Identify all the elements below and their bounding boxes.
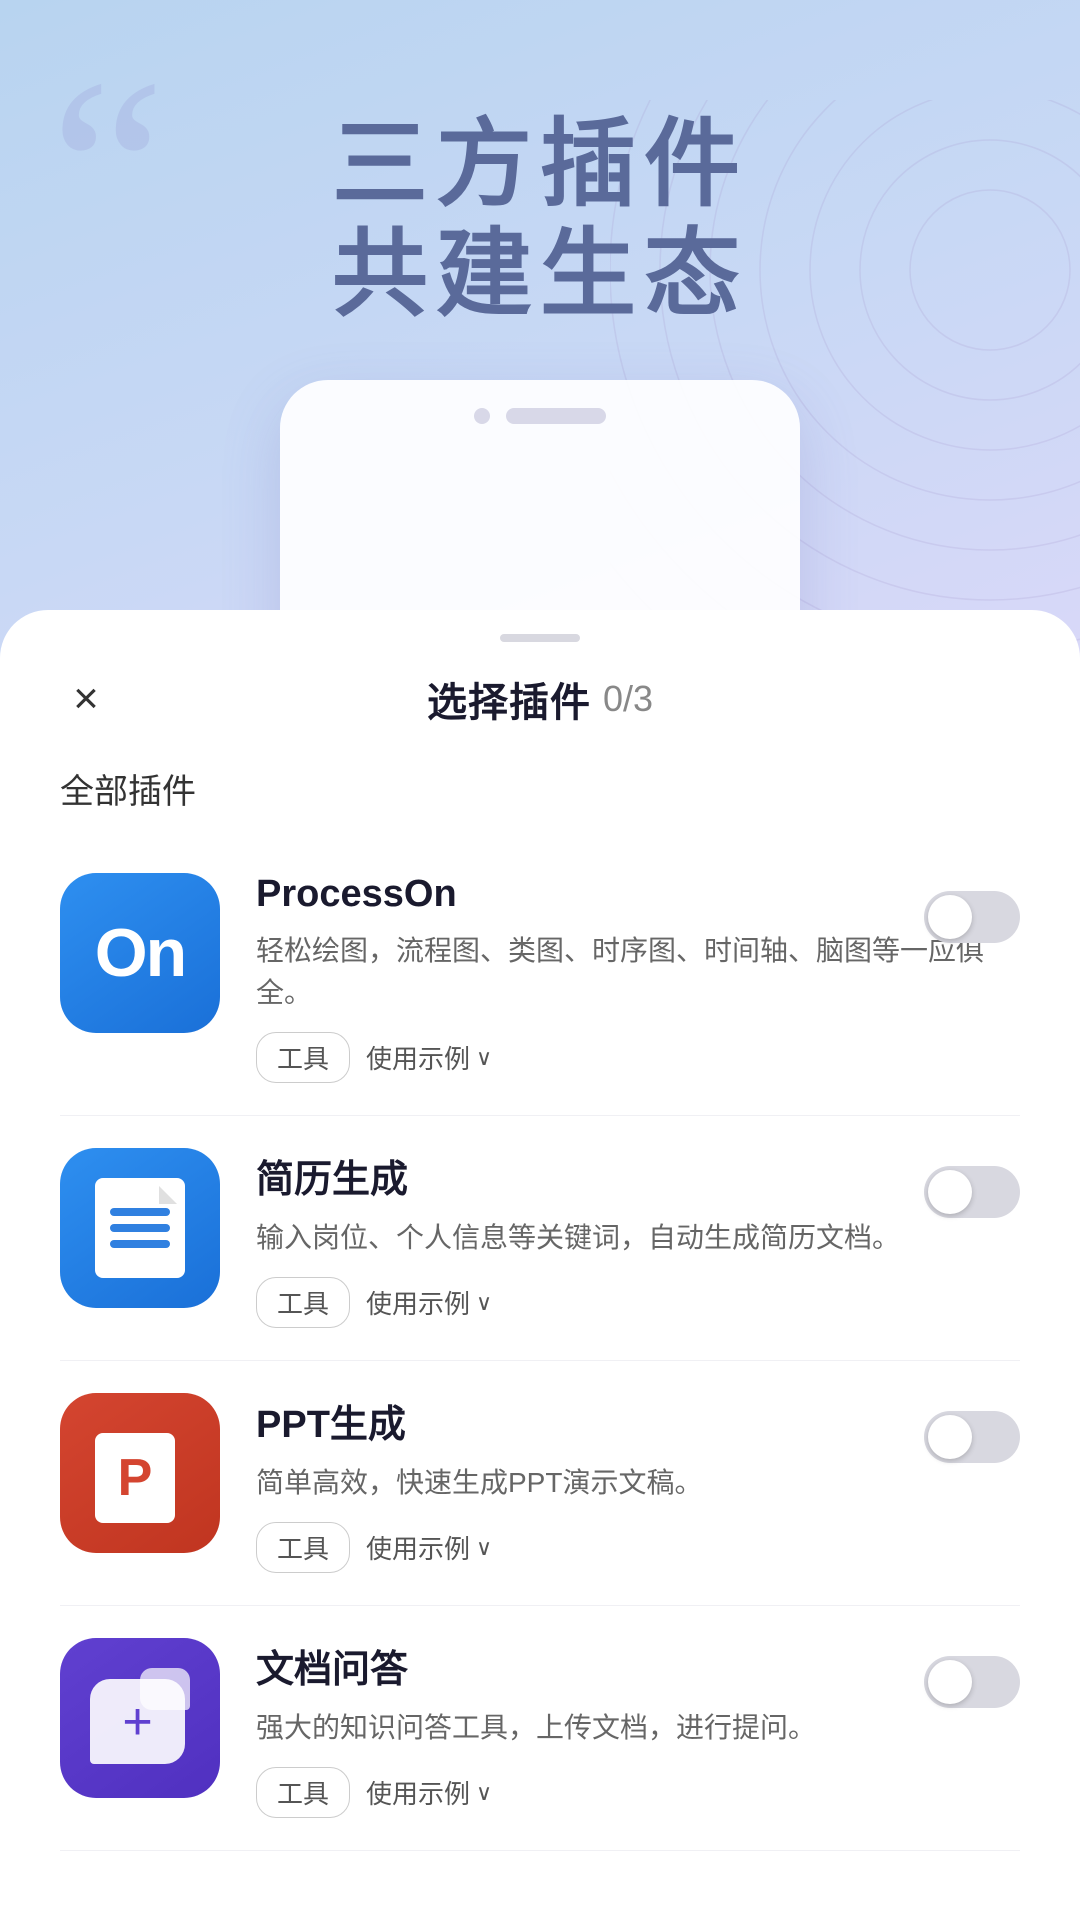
plugin-list: On ProcessOn 轻松绘图，流程图、类图、时序图、时间轴、脑图等一应俱全… (0, 841, 1080, 1851)
plugin-desc-ppt: 简单高效，快速生成PPT演示文稿。 (256, 1462, 1000, 1504)
resume-doc-icon (95, 1178, 185, 1278)
phone-pill (506, 408, 606, 424)
plugin-name-docqa: 文档问答 (256, 1638, 1000, 1693)
processon-logo-text: On (95, 914, 185, 992)
plugin-icon-ppt: P (60, 1393, 220, 1553)
close-icon: × (73, 677, 99, 721)
toggle-knob-resume (928, 1170, 972, 1214)
phone-dot (474, 408, 490, 424)
toggle-resume-wrap (924, 1166, 1020, 1218)
tag-resume: 工具 (256, 1277, 350, 1328)
ppt-icon-wrap: P (95, 1423, 185, 1523)
plugin-item-resume: 简历生成 输入岗位、个人信息等关键词，自动生成简历文档。 工具 使用示例 ∨ (60, 1116, 1020, 1361)
plugin-name-processon: ProcessOn (256, 873, 1000, 916)
toggle-docqa-wrap (924, 1656, 1020, 1708)
toggle-resume[interactable] (924, 1166, 1020, 1218)
plugin-content-processon: ProcessOn 轻松绘图，流程图、类图、时序图、时间轴、脑图等一应俱全。 工… (256, 873, 1020, 1083)
chevron-down-icon: ∨ (476, 1780, 492, 1806)
toggle-knob-processon (928, 895, 972, 939)
plugin-item-processon: On ProcessOn 轻松绘图，流程图、类图、时序图、时间轴、脑图等一应俱全… (60, 841, 1020, 1116)
plugin-desc-processon: 轻松绘图，流程图、类图、时序图、时间轴、脑图等一应俱全。 (256, 930, 1000, 1014)
plugin-tags-resume: 工具 使用示例 ∨ (256, 1277, 1000, 1328)
chat-bubble-main: + (90, 1679, 185, 1764)
toggle-ppt-wrap (924, 1411, 1020, 1463)
use-example-ppt[interactable]: 使用示例 ∨ (366, 1529, 492, 1566)
sheet-title: 选择插件 (427, 670, 591, 728)
chevron-down-icon: ∨ (476, 1535, 492, 1561)
sheet-count: 0/3 (603, 678, 653, 720)
toggle-processon-wrap (924, 891, 1020, 943)
phone-notch (474, 408, 606, 424)
plugin-content-ppt: PPT生成 简单高效，快速生成PPT演示文稿。 工具 使用示例 ∨ (256, 1393, 1020, 1573)
chevron-down-icon: ∨ (476, 1290, 492, 1316)
use-example-processon[interactable]: 使用示例 ∨ (366, 1039, 492, 1076)
tag-processon: 工具 (256, 1032, 350, 1083)
plugin-desc-docqa: 强大的知识问答工具，上传文档，进行提问。 (256, 1707, 1000, 1749)
hero-line1: 三方插件 (0, 110, 1080, 220)
toggle-knob-docqa (928, 1660, 972, 1704)
plugin-item-docqa: + 文档问答 强大的知识问答工具，上传文档，进行提问。 工具 使用示例 ∨ (60, 1606, 1020, 1851)
toggle-docqa[interactable] (924, 1656, 1020, 1708)
plugin-desc-resume: 输入岗位、个人信息等关键词，自动生成简历文档。 (256, 1217, 1000, 1259)
docqa-icon-wrap: + (90, 1668, 190, 1768)
drag-handle[interactable] (500, 634, 580, 642)
toggle-ppt[interactable] (924, 1411, 1020, 1463)
tag-ppt: 工具 (256, 1522, 350, 1573)
close-button[interactable]: × (60, 673, 112, 725)
doc-line-1 (110, 1208, 170, 1216)
plugin-tags-ppt: 工具 使用示例 ∨ (256, 1522, 1000, 1573)
hero-line2: 共建生态 (0, 220, 1080, 330)
ppt-doc-shape: P (95, 1433, 175, 1523)
sheet-header: × 选择插件 0/3 (0, 670, 1080, 728)
plugin-name-resume: 简历生成 (256, 1148, 1000, 1203)
tag-docqa: 工具 (256, 1767, 350, 1818)
chat-plus-icon: + (122, 1692, 152, 1752)
plugin-icon-resume (60, 1148, 220, 1308)
plugin-tags-processon: 工具 使用示例 ∨ (256, 1032, 1000, 1083)
section-label: 全部插件 (0, 764, 1080, 813)
toggle-knob-ppt (928, 1415, 972, 1459)
hero-section: 三方插件 共建生态 (0, 110, 1080, 331)
doc-line-3 (110, 1240, 170, 1248)
plugin-tags-docqa: 工具 使用示例 ∨ (256, 1767, 1000, 1818)
toggle-processon[interactable] (924, 891, 1020, 943)
plugin-icon-processon: On (60, 873, 220, 1033)
plugin-name-ppt: PPT生成 (256, 1393, 1000, 1448)
ppt-letter: P (118, 1448, 153, 1508)
doc-line-2 (110, 1224, 170, 1232)
use-example-docqa[interactable]: 使用示例 ∨ (366, 1774, 492, 1811)
use-example-resume[interactable]: 使用示例 ∨ (366, 1284, 492, 1321)
plugin-content-resume: 简历生成 输入岗位、个人信息等关键词，自动生成简历文档。 工具 使用示例 ∨ (256, 1148, 1020, 1328)
bottom-sheet: × 选择插件 0/3 全部插件 On ProcessOn 轻松绘图，流程图、类图… (0, 610, 1080, 1920)
plugin-content-docqa: 文档问答 强大的知识问答工具，上传文档，进行提问。 工具 使用示例 ∨ (256, 1638, 1020, 1818)
plugin-icon-docqa: + (60, 1638, 220, 1798)
chevron-down-icon: ∨ (476, 1045, 492, 1071)
plugin-item-ppt: P PPT生成 简单高效，快速生成PPT演示文稿。 工具 使用示例 ∨ (60, 1361, 1020, 1606)
